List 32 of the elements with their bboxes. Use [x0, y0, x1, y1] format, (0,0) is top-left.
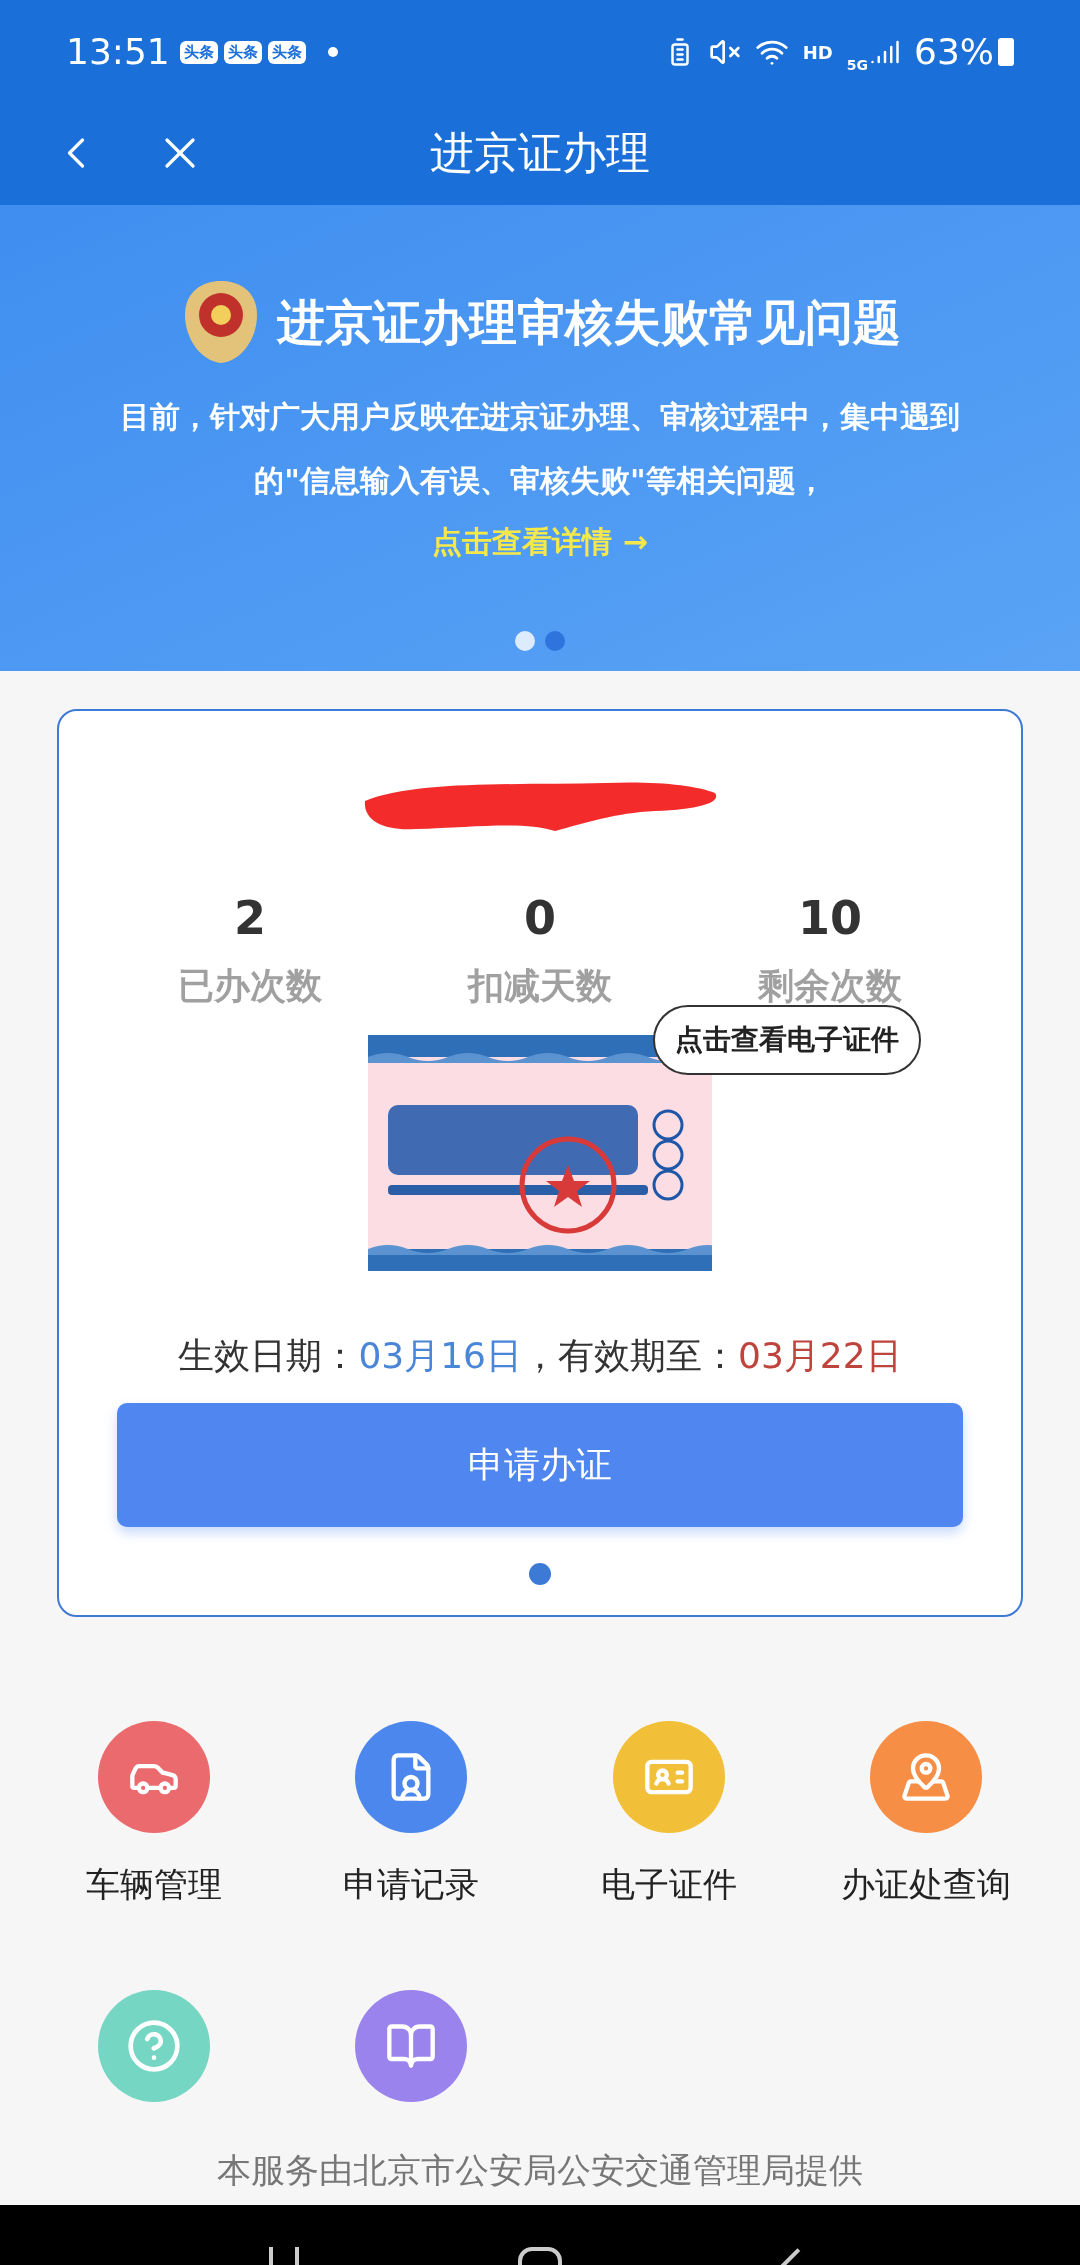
map-pin-icon — [900, 1751, 953, 1803]
service-label: 电子证件 — [600, 1863, 737, 1906]
status-time: 13:51 — [66, 30, 170, 74]
footer-text: 本服务由北京市公安局公安交通管理局提供 — [217, 2149, 863, 2192]
service-item[interactable]: 办证处查询 — [797, 1721, 1055, 1940]
network-type: HD — [802, 40, 833, 65]
service-item[interactable]: 车辆管理 — [25, 1721, 283, 1940]
signal-type: 5G — [846, 56, 868, 75]
apply-button[interactable]: 申请办证 — [117, 1403, 963, 1527]
banner-title: 进京证办理审核失败常见问题 — [277, 293, 901, 352]
stat-value: 0 — [524, 895, 556, 941]
notification-badge: 头条 — [267, 40, 306, 64]
service-item[interactable]: 申请记录 — [282, 1721, 540, 1940]
service-label: 申请记录 — [343, 1863, 480, 1906]
notification-badge: 头条 — [223, 40, 262, 64]
view-certificate-bubble[interactable]: 点击查看电子证件 — [653, 1005, 921, 1075]
recent-apps-icon[interactable] — [269, 2247, 300, 2265]
stat-label: 已办次数 — [178, 964, 322, 1008]
help-icon — [125, 2017, 182, 2074]
battery-icon — [998, 38, 1014, 66]
battery-level: 63% — [914, 30, 994, 74]
stat-value: 10 — [798, 895, 862, 941]
banner-text: 目前，针对广大用户反映在进京证办理、审核过程中，集中遇到的"信息输入有误、审核失败"等相关问题， — [119, 398, 961, 500]
page-title: 进京证办理 — [430, 125, 650, 180]
notification-badge: 头条 — [179, 40, 218, 64]
service-label: 车辆管理 — [85, 1863, 222, 1906]
service-label: 办证处查询 — [841, 1863, 1012, 1906]
stat-value: 2 — [234, 895, 266, 941]
stat-label: 扣减天数 — [468, 964, 612, 1008]
stat-label: 剩余次数 — [758, 964, 902, 1008]
service-item[interactable]: 电子证件 — [540, 1721, 798, 1940]
validity-dates: 生效日期：03月16日，有效期至：03月22日 — [178, 1334, 902, 1378]
